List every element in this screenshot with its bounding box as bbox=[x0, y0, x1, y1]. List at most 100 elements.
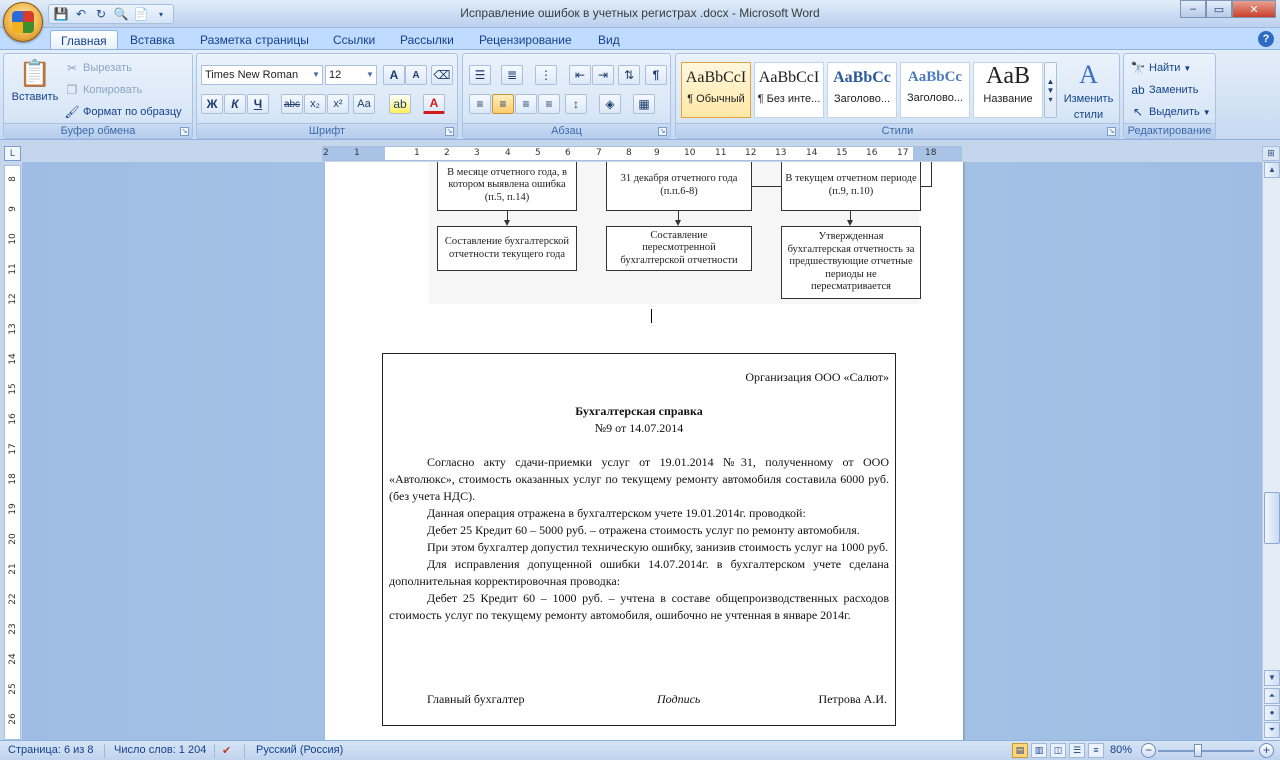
maximize-button[interactable]: ▭ bbox=[1206, 0, 1232, 18]
borders-button[interactable]: ▦ bbox=[633, 94, 655, 114]
zoom-level[interactable]: 80% bbox=[1110, 744, 1132, 756]
previous-page-icon[interactable]: ⏶ bbox=[1264, 688, 1280, 704]
scroll-up-icon[interactable]: ▲ bbox=[1264, 162, 1280, 178]
bullets-button[interactable]: ☰ bbox=[469, 65, 491, 85]
print-layout-view-icon[interactable]: ▤ bbox=[1012, 743, 1028, 758]
zoom-slider[interactable] bbox=[1158, 750, 1254, 752]
cut-button[interactable]: ✂ Вырезать bbox=[64, 60, 132, 76]
italic-button[interactable]: К bbox=[224, 94, 246, 114]
document-area: В месяце отчетного года, в котором выявл… bbox=[22, 162, 1262, 740]
ruler-number: 12 bbox=[8, 293, 18, 305]
page-count[interactable]: Страница: 6 из 8 bbox=[8, 744, 94, 756]
superscript-button[interactable]: x² bbox=[327, 94, 349, 114]
subscript-button[interactable]: x₂ bbox=[304, 94, 326, 114]
format-painter-button[interactable]: 🖌 Формат по образцу bbox=[64, 104, 181, 120]
zoom-slider-thumb[interactable] bbox=[1194, 744, 1202, 757]
highlight-button[interactable]: ab bbox=[389, 94, 411, 114]
bold-button[interactable]: Ж bbox=[201, 94, 223, 114]
ribbon-tabs: Главная Вставка Разметка страницы Ссылки… bbox=[0, 28, 1280, 50]
sort-button[interactable]: ⇅ bbox=[618, 65, 640, 85]
full-screen-reading-view-icon[interactable]: ▥ bbox=[1031, 743, 1047, 758]
tab-insert[interactable]: Вставка bbox=[120, 30, 185, 50]
font-color-button[interactable]: A bbox=[423, 94, 445, 114]
find-button[interactable]: 🔭 Найти ▼ bbox=[1130, 60, 1192, 76]
tab-review[interactable]: Рецензирование bbox=[469, 30, 582, 50]
tab-selector[interactable]: L bbox=[4, 146, 21, 161]
decrease-indent-button[interactable]: ⇤ bbox=[569, 65, 591, 85]
copy-label: Копировать bbox=[83, 84, 143, 96]
paragraph-launcher-icon[interactable]: ↘ bbox=[658, 127, 667, 136]
styles-launcher-icon[interactable]: ↘ bbox=[1107, 127, 1116, 136]
ruler-toggle-icon[interactable]: ⊞ bbox=[1262, 146, 1280, 161]
tab-mailings[interactable]: Рассылки bbox=[390, 30, 464, 50]
justify-button[interactable]: ≡ bbox=[538, 94, 560, 114]
numbering-button[interactable]: ≣ bbox=[501, 65, 523, 85]
tab-references[interactable]: Ссылки bbox=[323, 30, 385, 50]
change-case-button[interactable]: Aa bbox=[353, 94, 375, 114]
shrink-font-button[interactable]: A bbox=[405, 65, 427, 85]
word-count[interactable]: Число слов: 1 204 bbox=[114, 744, 206, 756]
font-size-select[interactable]: 12 ▼ bbox=[325, 65, 377, 85]
underline-button[interactable]: Ч bbox=[247, 94, 269, 114]
clear-format-button[interactable]: ⌫ bbox=[431, 65, 453, 85]
scroll-thumb[interactable] bbox=[1264, 492, 1280, 544]
next-page-icon[interactable]: ⏷ bbox=[1264, 722, 1280, 738]
increase-indent-icon: ⇥ bbox=[597, 68, 609, 82]
language[interactable]: Русский (Россия) bbox=[256, 744, 343, 756]
scroll-down-icon[interactable]: ▼ bbox=[1264, 670, 1280, 686]
font-launcher-icon[interactable]: ↘ bbox=[445, 127, 454, 136]
web-layout-view-icon[interactable]: ◫ bbox=[1050, 743, 1066, 758]
style-sample: AaBbCcI bbox=[758, 69, 820, 86]
vertical-ruler[interactable]: 8 9 10 11 12 13 14 15 16 17 18 19 20 21 … bbox=[4, 165, 21, 740]
style-name: Заголово... bbox=[906, 92, 964, 104]
help-icon[interactable]: ? bbox=[1258, 31, 1274, 47]
paste-button[interactable]: 📋 Вставить bbox=[10, 58, 60, 103]
paragraph: При этом бухгалтер допустил техническую … bbox=[427, 540, 889, 554]
document-page[interactable]: В месяце отчетного года, в котором выявл… bbox=[325, 162, 963, 740]
style-heading-1[interactable]: AaBbCc Заголово... bbox=[827, 62, 897, 118]
zoom-out-button[interactable]: − bbox=[1141, 743, 1156, 758]
style-title[interactable]: AaB Название bbox=[973, 62, 1043, 118]
ruler-number: 13 bbox=[775, 148, 787, 158]
outline-view-icon[interactable]: ☰ bbox=[1069, 743, 1085, 758]
vertical-scrollbar[interactable]: ▲ ▼ ⏶ ● ⏷ bbox=[1262, 162, 1280, 740]
line-spacing-button[interactable]: ↕ bbox=[565, 94, 587, 114]
change-styles-button[interactable]: A Изменить стили bbox=[1061, 60, 1116, 122]
office-button[interactable] bbox=[3, 2, 43, 42]
tab-page-layout[interactable]: Разметка страницы bbox=[190, 30, 319, 50]
clipboard-group: 📋 Вставить ✂ Вырезать ❐ Копировать 🖌 Формат… bbox=[3, 53, 193, 139]
copy-button[interactable]: ❐ Копировать bbox=[64, 82, 143, 98]
replace-button[interactable]: ab Заменить bbox=[1130, 82, 1198, 98]
font-name-select[interactable]: Times New Roman ▼ bbox=[201, 65, 323, 85]
text-cursor bbox=[651, 309, 652, 323]
align-center-button[interactable]: ≡ bbox=[492, 94, 514, 114]
strikethrough-button[interactable]: abc bbox=[281, 94, 303, 114]
select-button[interactable]: ↖ Выделить ▼ bbox=[1130, 104, 1211, 120]
zoom-in-button[interactable]: + bbox=[1259, 743, 1274, 758]
style-no-spacing[interactable]: AaBbCcI ¶ Без инте... bbox=[754, 62, 824, 118]
spell-check-icon[interactable]: ✔ bbox=[222, 744, 231, 757]
draft-view-icon[interactable]: ≡ bbox=[1088, 743, 1104, 758]
clipboard-launcher-icon[interactable]: ↘ bbox=[180, 127, 189, 136]
ruler-number: 21 bbox=[8, 563, 18, 575]
horizontal-ruler[interactable]: 2 1 1 2 3 4 5 6 7 8 9 10 11 12 13 14 15 … bbox=[322, 146, 962, 161]
shading-button[interactable]: ◈ bbox=[599, 94, 621, 114]
grow-font-button[interactable]: A bbox=[383, 65, 405, 85]
minimize-button[interactable]: – bbox=[1180, 0, 1206, 18]
tab-home[interactable]: Главная bbox=[50, 30, 118, 50]
increase-indent-button[interactable]: ⇥ bbox=[592, 65, 614, 85]
close-button[interactable]: ✕ bbox=[1232, 0, 1276, 18]
style-heading-2[interactable]: AaBbCc Заголово... bbox=[900, 62, 970, 118]
shading-icon: ◈ bbox=[605, 97, 615, 111]
chevron-down-icon: ▼ bbox=[1183, 63, 1192, 73]
browse-object-icon[interactable]: ● bbox=[1264, 705, 1280, 721]
tab-view[interactable]: Вид bbox=[588, 30, 630, 50]
ruler-number: 18 bbox=[925, 148, 937, 158]
align-right-button[interactable]: ≡ bbox=[515, 94, 537, 114]
multilevel-list-button[interactable]: ⋮ bbox=[535, 65, 557, 85]
align-left-button[interactable]: ≡ bbox=[469, 94, 491, 114]
show-marks-button[interactable]: ¶ bbox=[645, 65, 667, 85]
ruler-number: 17 bbox=[897, 148, 909, 158]
style-normal[interactable]: AaBbCcI ¶ Обычный bbox=[681, 62, 751, 118]
styles-scroll[interactable]: ▲ ▼ ▾ bbox=[1044, 62, 1057, 118]
